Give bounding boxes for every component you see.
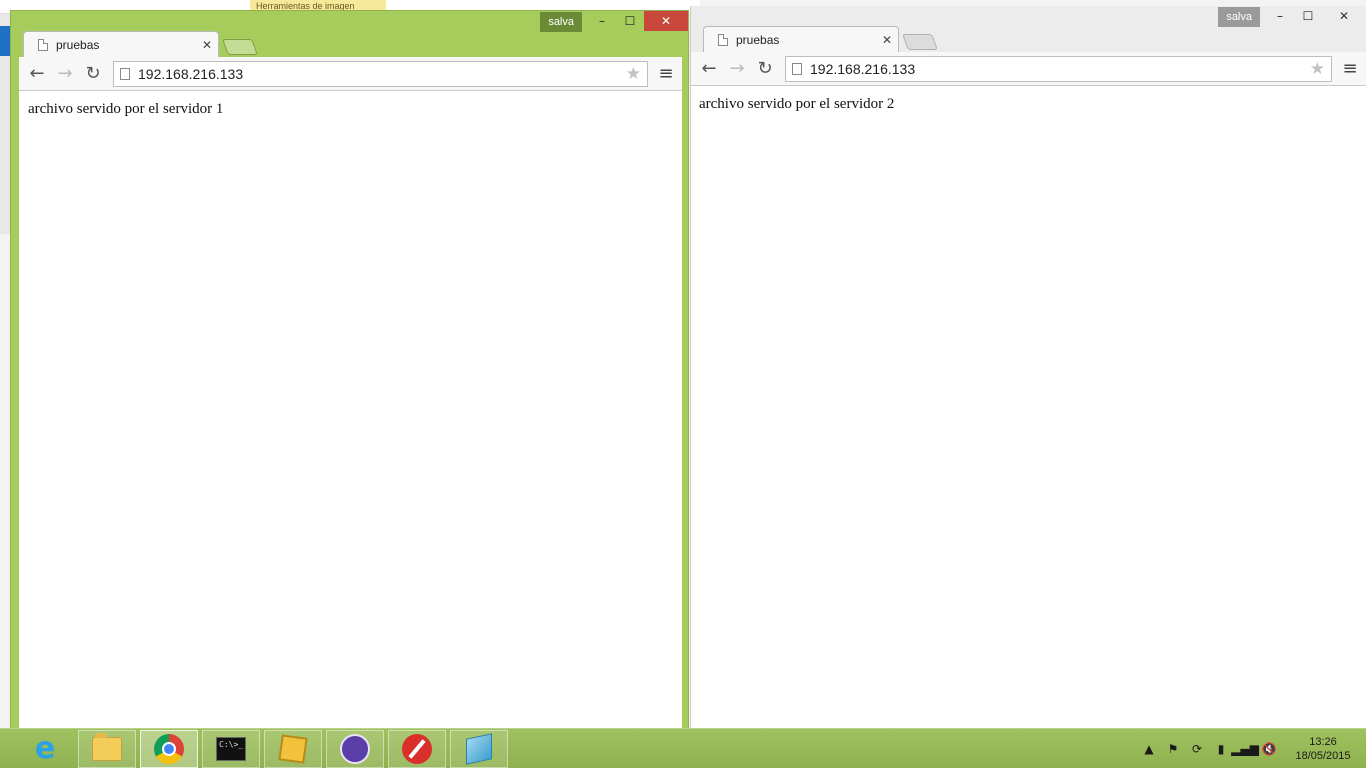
- back-arrow-icon[interactable]: ←: [23, 61, 51, 87]
- forward-arrow-icon[interactable]: →: [723, 56, 751, 82]
- reload-icon[interactable]: ↻: [751, 56, 779, 82]
- taskbar-file-explorer[interactable]: [78, 730, 136, 768]
- tab-strip: pruebas ✕: [703, 26, 938, 52]
- taskbar-compass-app[interactable]: [388, 730, 446, 768]
- address-bar[interactable]: 192.168.216.133 ★: [113, 60, 648, 87]
- puzzle-app-icon: [278, 734, 308, 764]
- browser-toolbar: ← → ↻ 192.168.216.133 ★ ≡: [19, 57, 682, 91]
- new-tab-button[interactable]: [902, 34, 938, 50]
- notes-app-icon: [466, 733, 492, 765]
- menu-icon[interactable]: ≡: [1338, 58, 1362, 79]
- page-content: archivo servido por el servidor 1: [19, 91, 682, 729]
- reload-icon[interactable]: ↻: [79, 61, 107, 87]
- taskbar-puzzle-app[interactable]: [264, 730, 322, 768]
- show-hidden-icons-icon[interactable]: ▲: [1140, 740, 1158, 758]
- compass-app-icon: [402, 734, 432, 764]
- taskbar-command-prompt[interactable]: C:\>_: [202, 730, 260, 768]
- profile-badge[interactable]: salva: [1218, 7, 1260, 27]
- background-explorer-selection: [0, 26, 10, 56]
- maximize-button[interactable]: ☐: [616, 11, 644, 31]
- taskbar-apps: e C:\>_: [16, 730, 512, 768]
- bookmark-star-icon[interactable]: ★: [626, 64, 641, 84]
- close-window-button[interactable]: ✕: [1322, 6, 1366, 26]
- tab-title: pruebas: [736, 32, 780, 47]
- file-explorer-icon: [92, 733, 122, 761]
- taskbar-ie[interactable]: e: [16, 730, 74, 768]
- taskbar-notes-app[interactable]: [450, 730, 508, 768]
- profile-badge[interactable]: salva: [540, 12, 582, 32]
- clock-date: 18/05/2015: [1295, 750, 1351, 762]
- clock-time: 13:26: [1309, 736, 1337, 748]
- taskbar-cat-app[interactable]: [326, 730, 384, 768]
- chrome-icon: [154, 734, 184, 764]
- page-icon: [792, 62, 802, 75]
- close-window-button[interactable]: ✕: [644, 11, 688, 31]
- tab-close-icon[interactable]: ✕: [876, 33, 898, 47]
- maximize-button[interactable]: ☐: [1294, 6, 1322, 26]
- tab-title: pruebas: [56, 37, 100, 52]
- page-text: archivo servido por el servidor 1: [28, 101, 224, 117]
- page-icon: [718, 33, 728, 46]
- address-url[interactable]: 192.168.216.133: [138, 66, 626, 82]
- bookmark-star-icon[interactable]: ★: [1310, 59, 1325, 79]
- system-tray: ▲ ⚑ ⟳ ▮ ▂▄▆ 🔇 13:26 18/05/2015: [1140, 729, 1366, 768]
- command-prompt-icon: C:\>_: [216, 737, 246, 761]
- tab-strip: pruebas ✕: [23, 31, 258, 57]
- network-signal-icon[interactable]: ▂▄▆: [1231, 740, 1259, 758]
- tab-pruebas[interactable]: pruebas ✕: [703, 26, 899, 52]
- browser-toolbar: ← → ↻ 192.168.216.133 ★ ≡: [691, 52, 1366, 86]
- background-explorer-sidebar: [0, 14, 10, 234]
- sync-icon[interactable]: ⟳: [1188, 740, 1206, 758]
- taskbar: e C:\>_ ▲ ⚑ ⟳ ▮ ▂▄▆ 🔇 13:26 18/05/2015: [0, 728, 1366, 768]
- minimize-button[interactable]: –: [588, 11, 616, 31]
- cat-app-icon: [340, 734, 370, 764]
- internet-explorer-icon: e: [34, 731, 56, 766]
- address-url[interactable]: 192.168.216.133: [810, 61, 1310, 77]
- forward-arrow-icon[interactable]: →: [51, 61, 79, 87]
- page-icon: [120, 67, 130, 80]
- window-caption-buttons: salva – ☐ ✕: [540, 11, 688, 33]
- taskbar-clock[interactable]: 13:26 18/05/2015: [1284, 735, 1362, 763]
- browser-window-left: salva – ☐ ✕ pruebas ✕ ← → ↻ 192.168.216.…: [10, 10, 689, 736]
- tab-pruebas[interactable]: pruebas ✕: [23, 31, 219, 57]
- tab-close-icon[interactable]: ✕: [196, 38, 218, 52]
- address-bar[interactable]: 192.168.216.133 ★: [785, 55, 1332, 82]
- new-tab-button[interactable]: [222, 39, 258, 55]
- page-text: archivo servido por el servidor 2: [699, 96, 895, 112]
- menu-icon[interactable]: ≡: [654, 63, 678, 84]
- minimize-button[interactable]: –: [1266, 6, 1294, 26]
- browser-window-right: salva – ☐ ✕ pruebas ✕ ← → ↻ 192.168.216.…: [690, 6, 1366, 728]
- page-content: archivo servido por el servidor 2: [691, 86, 1366, 728]
- window-caption-buttons: salva – ☐ ✕: [1218, 6, 1366, 28]
- action-center-flag-icon[interactable]: ⚑: [1164, 740, 1182, 758]
- back-arrow-icon[interactable]: ←: [695, 56, 723, 82]
- volume-muted-icon[interactable]: 🔇: [1260, 740, 1278, 758]
- battery-icon[interactable]: ▮: [1212, 740, 1230, 758]
- page-icon: [38, 38, 48, 51]
- taskbar-chrome[interactable]: [140, 730, 198, 768]
